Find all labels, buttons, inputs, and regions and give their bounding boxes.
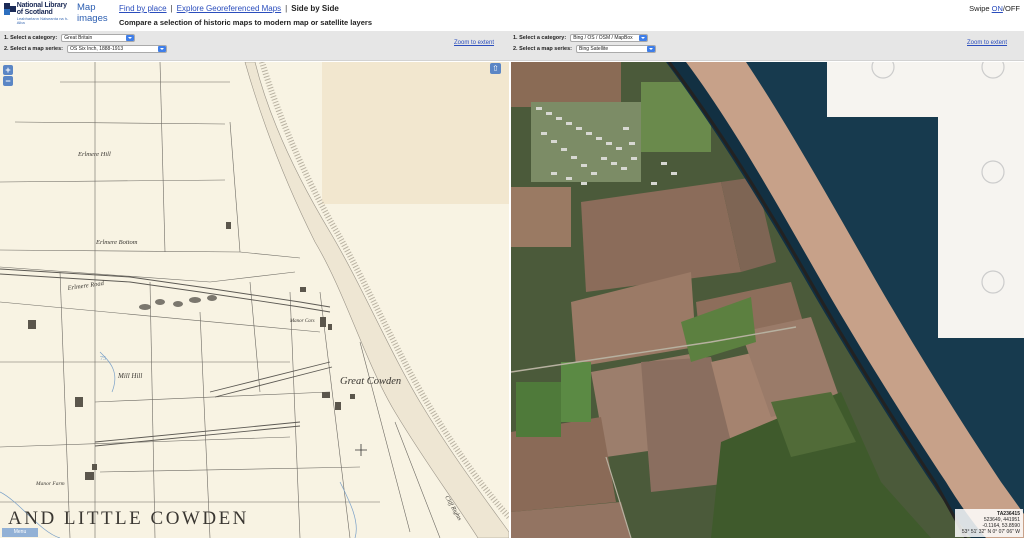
left-series-label: 2. Select a map series:: [4, 46, 64, 52]
map-label-and-little-cowden: AND LITTLE COWDEN: [8, 508, 249, 529]
nls-logo-icon: [4, 3, 16, 15]
map-label-great-cowden: Great Cowden: [340, 376, 401, 387]
left-zoom-in-button[interactable]: +: [3, 65, 13, 75]
satellite-map-canvas[interactable]: [511, 62, 1024, 538]
chevron-down-icon: [639, 35, 648, 41]
map-label-manor-farm: Manor Farm: [35, 481, 65, 487]
right-series-label: 2. Select a map series:: [513, 46, 573, 52]
logo-line-1: National Library: [16, 2, 67, 9]
layer-controls: 1. Select a category: Great Britain 2. S…: [0, 31, 1024, 61]
left-series-row: 2. Select a map series: OS Six Inch, 188…: [4, 45, 168, 53]
right-category-row: 1. Select a category: Bing / OS / OSM / …: [513, 34, 649, 42]
map-label-erlmere-bottom: Erlmere Bottom: [95, 239, 138, 246]
left-category-label: 1. Select a category:: [4, 35, 58, 41]
logo-line-3: Leabharlann Nàiseanta na h-Alba: [16, 16, 69, 25]
app-header: National Library of Scotland Leabharlann…: [0, 0, 1024, 31]
fullscreen-icon[interactable]: ⇧: [490, 63, 501, 74]
right-series-row: 2. Select a map series: Bing Satellite: [513, 45, 657, 53]
coordinate-readout: TA236415 523649, 441951 -0.1164, 53.8590…: [955, 509, 1023, 537]
page-subtitle: Compare a selection of historic maps to …: [119, 18, 372, 27]
right-zoom-to-extent-link[interactable]: Zoom to extent: [967, 40, 1007, 46]
left-category-row: 1. Select a category: Great Britain: [4, 34, 136, 42]
historic-map-panel[interactable]: Erlmere Hill Erlmere Bottom Erlmere Road…: [0, 62, 509, 538]
right-series-value: Bing Satellite: [579, 46, 609, 52]
left-series-select[interactable]: OS Six Inch, 1888-1913: [67, 45, 168, 53]
right-category-label: 1. Select a category:: [513, 35, 567, 41]
nav-separator: |: [285, 4, 288, 13]
map-label-erlmere-hill: Erlmere Hill: [77, 151, 111, 158]
app-title[interactable]: Map images: [77, 2, 111, 24]
map-label-contour: 75: [100, 356, 106, 362]
left-zoom-out-button[interactable]: −: [3, 76, 13, 86]
menu-badge[interactable]: Menu: [2, 528, 38, 537]
swipe-toggle: Swipe ON/OFF: [969, 4, 1020, 13]
right-category-value: Bing / OS / OSM / MapBox: [573, 35, 633, 41]
right-series-select[interactable]: Bing Satellite: [576, 45, 657, 53]
left-series-value: OS Six Inch, 1888-1913: [70, 46, 124, 52]
chevron-down-icon: [647, 46, 656, 52]
map-label-manor-cars: Manor Cars: [289, 319, 315, 324]
top-nav: Find by place | Explore Georeferenced Maps…: [119, 4, 339, 13]
left-category-value: Great Britain: [64, 35, 93, 41]
right-category-select[interactable]: Bing / OS / OSM / MapBox: [570, 34, 649, 42]
map-label-mill-hill: Mill Hill: [117, 372, 142, 380]
nav-separator: |: [170, 4, 173, 13]
swipe-label: Swipe: [969, 4, 990, 13]
nav-explore-georeferenced[interactable]: Explore Georeferenced Maps: [177, 4, 282, 13]
nls-logo[interactable]: National Library of Scotland Leabharlann…: [4, 2, 70, 28]
dms-coordinates: 53° 51' 32" N 0° 07' 06" W: [961, 529, 1020, 535]
left-category-select[interactable]: Great Britain: [61, 34, 136, 42]
satellite-map-panel[interactable]: TA236415 523649, 441951 -0.1164, 53.8590…: [511, 62, 1024, 538]
chevron-down-icon: [126, 35, 135, 41]
swipe-on-link[interactable]: ON: [992, 4, 1003, 13]
nav-side-by-side: Side by Side: [291, 4, 339, 13]
nav-find-by-place[interactable]: Find by place: [119, 4, 167, 13]
logo-line-2: of Scotland: [16, 9, 53, 16]
chevron-down-icon: [158, 46, 167, 52]
historic-map-canvas[interactable]: Erlmere Hill Erlmere Bottom Erlmere Road…: [0, 62, 509, 538]
swipe-off-label: OFF: [1005, 4, 1020, 13]
left-zoom-to-extent-link[interactable]: Zoom to extent: [454, 40, 494, 46]
